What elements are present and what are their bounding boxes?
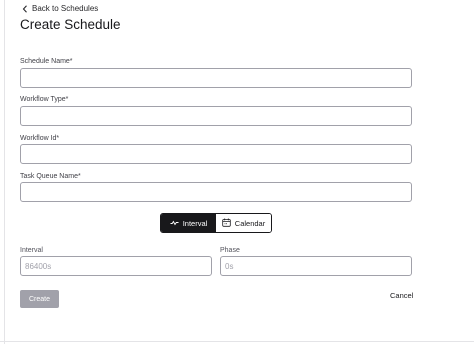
chevron-left-icon xyxy=(22,4,28,13)
workflow-id-label: Workflow Id* xyxy=(20,135,60,142)
schedule-name-input[interactable] xyxy=(20,68,412,88)
phase-input[interactable] xyxy=(220,256,412,276)
schedule-name-label: Schedule Name* xyxy=(20,58,73,65)
back-link-label: Back to Schedules xyxy=(32,4,99,13)
calendar-tab[interactable]: Calendar xyxy=(216,214,271,232)
create-button[interactable]: Create xyxy=(20,290,59,308)
task-queue-name-input[interactable] xyxy=(20,182,412,202)
calendar-icon xyxy=(222,218,231,229)
workflow-id-input[interactable] xyxy=(20,144,412,164)
create-schedule-page: Back to Schedules Create Schedule Schedu… xyxy=(0,0,474,344)
interval-tab[interactable]: Interval xyxy=(161,214,216,232)
interval-label: Interval xyxy=(20,247,43,254)
task-queue-name-label: Task Queue Name* xyxy=(20,173,81,180)
left-divider xyxy=(4,0,5,344)
workflow-type-label: Workflow Type* xyxy=(20,96,69,103)
phase-label: Phase xyxy=(220,247,240,254)
interval-input[interactable] xyxy=(20,256,212,276)
cancel-link[interactable]: Cancel xyxy=(390,291,413,300)
interval-tab-label: Interval xyxy=(182,218,208,228)
schedule-mode-toggle: Interval Calendar xyxy=(160,213,272,233)
workflow-type-input[interactable] xyxy=(20,106,412,126)
pulse-wave-icon xyxy=(170,219,179,228)
back-to-schedules-link[interactable]: Back to Schedules xyxy=(22,4,98,13)
calendar-tab-label: Calendar xyxy=(234,218,266,228)
page-title: Create Schedule xyxy=(20,17,121,32)
bottom-divider xyxy=(0,341,474,342)
